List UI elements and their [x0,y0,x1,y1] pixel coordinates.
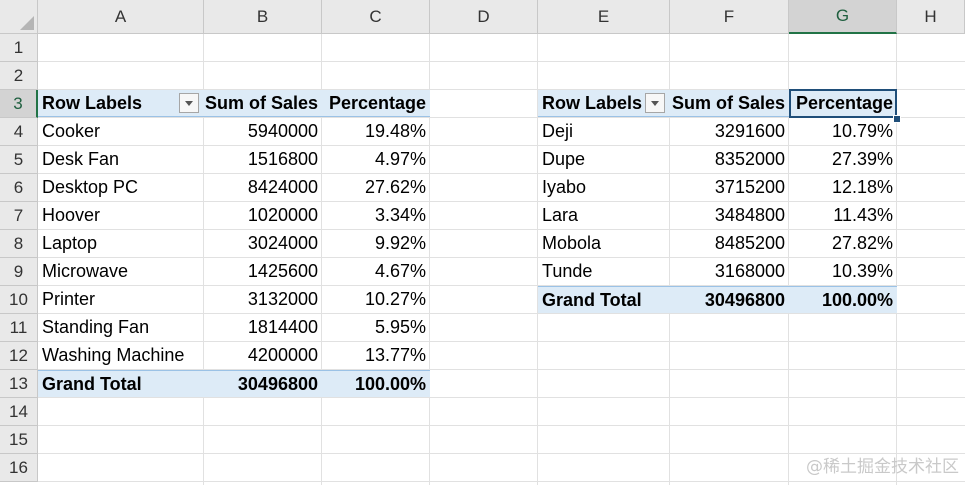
pivot-data-cell[interactable]: 5.95% [322,314,430,341]
select-all-triangle-icon [20,16,34,30]
pivot-grand-total-cell[interactable]: Grand Total [38,370,204,397]
fill-handle[interactable] [893,115,901,123]
pivot-data-cell[interactable]: Printer [38,286,204,313]
pivot-grand-total-cell[interactable]: 30496800 [204,370,322,397]
pivot-data-cell[interactable]: Cooker [38,118,204,145]
watermark: @稀土掘金技术社区 [806,457,959,477]
column-header-a[interactable]: A [38,0,204,34]
pivot-data-cell[interactable]: Mobola [538,230,670,257]
row-header-6[interactable]: 6 [0,174,38,202]
pivot-data-cell[interactable]: 1516800 [204,146,322,173]
pivot-data-cell[interactable]: 4200000 [204,342,322,369]
row-header-8[interactable]: 8 [0,230,38,258]
pivot-grand-total-cell[interactable]: Grand Total [538,286,670,313]
row-header-4[interactable]: 4 [0,118,38,146]
pivot-data-cell[interactable]: 27.39% [789,146,897,173]
column-header-b[interactable]: B [204,0,322,34]
gridline-horizontal [38,61,965,62]
pivot-data-cell[interactable]: Desktop PC [38,174,204,201]
row-header-11[interactable]: 11 [0,314,38,342]
gridline-horizontal [38,481,965,482]
pivot-data-cell[interactable]: 8352000 [670,146,789,173]
pivot-data-cell[interactable]: 12.18% [789,174,897,201]
pivot-data-cell[interactable]: 3.34% [322,202,430,229]
pivot-data-cell[interactable]: Lara [538,202,670,229]
pivot-data-cell[interactable]: Standing Fan [38,314,204,341]
pivot-data-cell[interactable]: Desk Fan [38,146,204,173]
row-header-5[interactable]: 5 [0,146,38,174]
spreadsheet-grid[interactable]: ABCDEFGH 1 2 3 4 5 6 7 8 9 10 11 12 13 14 15 16 Row Lab… [0,0,965,485]
gridline-horizontal [38,425,965,426]
pivot-data-cell[interactable]: Deji [538,118,670,145]
pivot-data-cell[interactable]: 10.39% [789,258,897,285]
row-header-7[interactable]: 7 [0,202,38,230]
row-header-16[interactable]: 16 [0,454,38,482]
pivot-data-cell[interactable]: 11.43% [789,202,897,229]
dropdown-arrow-icon [185,100,193,106]
pivot-header-cell[interactable]: Sum of Sales [670,90,789,117]
row-header-14[interactable]: 14 [0,398,38,426]
pivot-data-cell[interactable]: Microwave [38,258,204,285]
pivot-data-cell[interactable]: 3484800 [670,202,789,229]
pivot-grand-total-cell[interactable]: 100.00% [789,286,897,313]
column-header-e[interactable]: E [538,0,670,34]
pivot-data-cell[interactable]: 27.82% [789,230,897,257]
gridline-horizontal [38,397,965,398]
column-header-d[interactable]: D [430,0,538,34]
pivot-data-cell[interactable]: Washing Machine [38,342,204,369]
pivot-data-cell[interactable]: 4.97% [322,146,430,173]
pivot-data-cell[interactable]: 10.79% [789,118,897,145]
column-header-c[interactable]: C [322,0,430,34]
pivot-grand-total-cell[interactable]: 100.00% [322,370,430,397]
pivot-data-cell[interactable]: Tunde [538,258,670,285]
pivot-data-cell[interactable]: 10.27% [322,286,430,313]
row-header-13[interactable]: 13 [0,370,38,398]
pivot-data-cell[interactable]: 1814400 [204,314,322,341]
pivot-data-cell[interactable]: Iyabo [538,174,670,201]
pivot-data-cell[interactable]: 1020000 [204,202,322,229]
select-all-button[interactable] [0,0,38,34]
row-header-2[interactable]: 2 [0,62,38,90]
pivot-data-cell[interactable]: 27.62% [322,174,430,201]
column-header-h[interactable]: H [897,0,965,34]
pivot-data-cell[interactable]: 13.77% [322,342,430,369]
pivot-data-cell[interactable]: 9.92% [322,230,430,257]
pivot-data-cell[interactable]: Laptop [38,230,204,257]
column-header-g[interactable]: G [789,0,897,34]
pivot-data-cell[interactable]: 8424000 [204,174,322,201]
row-header-3[interactable]: 3 [0,90,38,118]
pivot-data-cell[interactable]: 3291600 [670,118,789,145]
dropdown-arrow-icon [651,100,659,106]
row-labels-filter-button[interactable] [645,93,665,113]
pivot-data-cell[interactable]: 8485200 [670,230,789,257]
row-labels-filter-button[interactable] [179,93,199,113]
pivot-header-cell[interactable]: Percentage [789,90,897,117]
row-header-9[interactable]: 9 [0,258,38,286]
column-header-f[interactable]: F [670,0,789,34]
pivot-data-cell[interactable]: 3168000 [670,258,789,285]
pivot-header-cell[interactable]: Percentage [322,90,430,117]
row-header-12[interactable]: 12 [0,342,38,370]
pivot-data-cell[interactable]: 3132000 [204,286,322,313]
row-header-10[interactable]: 10 [0,286,38,314]
pivot-data-cell[interactable]: 3024000 [204,230,322,257]
pivot-data-cell[interactable]: 4.67% [322,258,430,285]
pivot-data-cell[interactable]: 1425600 [204,258,322,285]
row-header-1[interactable]: 1 [0,34,38,62]
pivot-data-cell[interactable]: 3715200 [670,174,789,201]
pivot-data-cell[interactable]: 19.48% [322,118,430,145]
pivot-header-cell[interactable]: Sum of Sales [204,90,322,117]
row-header-15[interactable]: 15 [0,426,38,454]
pivot-grand-total-cell[interactable]: 30496800 [670,286,789,313]
pivot-data-cell[interactable]: Dupe [538,146,670,173]
pivot-data-cell[interactable]: Hoover [38,202,204,229]
pivot-data-cell[interactable]: 5940000 [204,118,322,145]
